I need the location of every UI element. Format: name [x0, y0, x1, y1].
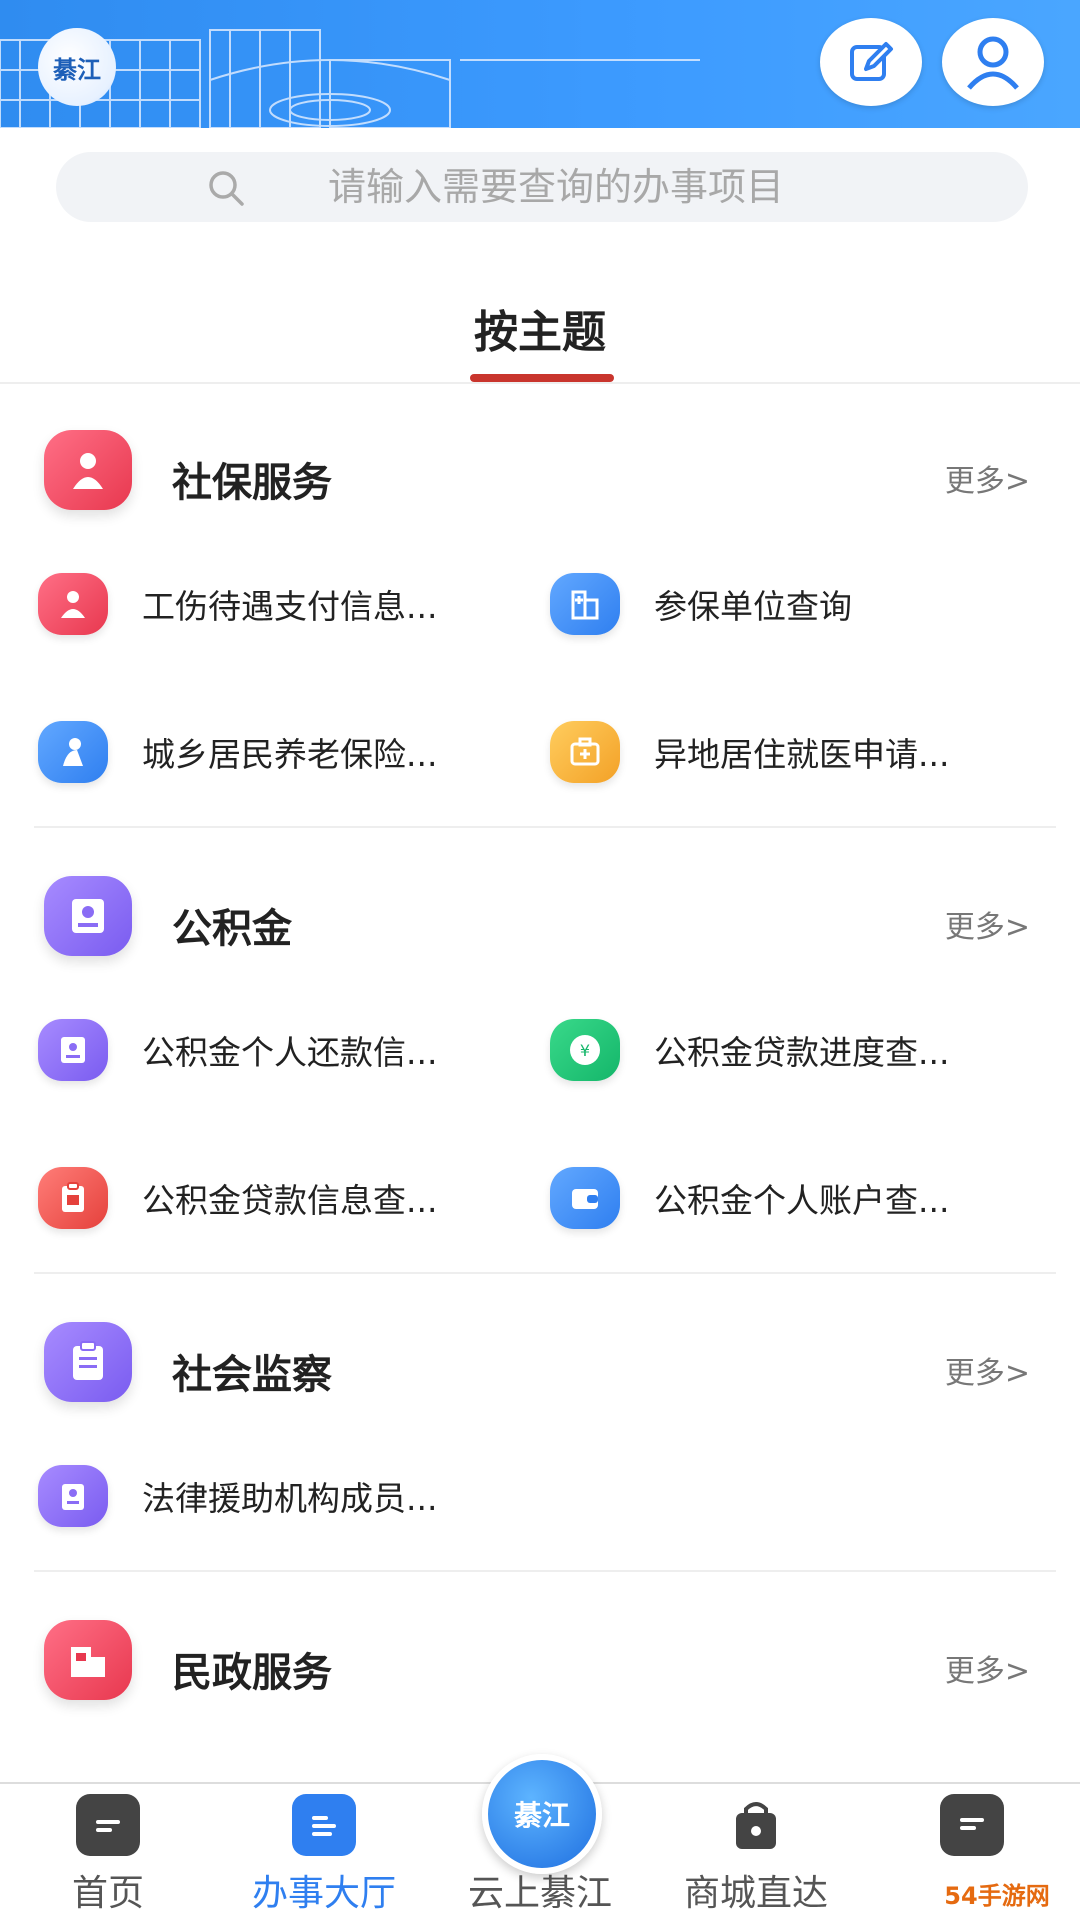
section-title: 社保服务 — [172, 460, 332, 506]
clipboard-person-icon — [38, 1465, 108, 1527]
hospital-building-icon — [550, 573, 620, 635]
more-link[interactable]: 更多> — [945, 456, 1030, 500]
home-chat-icon — [76, 1794, 140, 1856]
nav-label: 办事大厅 — [251, 1873, 396, 1914]
message-icon — [940, 1794, 1004, 1856]
service-item[interactable]: 公积金个人账户查... — [550, 1158, 949, 1238]
qijiang-logo: 綦江 — [38, 28, 116, 106]
search-icon — [209, 171, 244, 206]
edit-icon — [850, 42, 893, 81]
injury-person-icon — [38, 573, 108, 635]
center-logo-text: 綦江 — [513, 1799, 570, 1832]
nav-label: 首页 — [71, 1873, 144, 1914]
service-item[interactable]: ¥ 公积金贷款进度查... — [550, 1010, 949, 1090]
service-item-label: 公积金个人账户查... — [654, 1181, 950, 1220]
service-item[interactable]: 城乡居民养老保险... — [38, 712, 437, 792]
service-item-label: 公积金贷款进度查... — [654, 1033, 950, 1072]
service-item-label: 参保单位查询 — [654, 587, 852, 626]
nav-service-hall[interactable]: 办事大厅 — [216, 1784, 432, 1920]
edit-button[interactable] — [820, 18, 922, 106]
social-security-section-icon — [44, 430, 132, 510]
tab-by-theme[interactable]: 按主题 — [0, 296, 1080, 360]
divider — [34, 1272, 1056, 1274]
svg-text:¥: ¥ — [580, 1041, 590, 1060]
wallet-icon — [550, 1167, 620, 1229]
top-banner: 綦江 — [0, 0, 1080, 128]
service-item[interactable]: 工伤待遇支付信息... — [38, 564, 437, 644]
bottom-navigation: 首页 办事大厅 云上綦江 綦江 商城直达 — [0, 1754, 1080, 1920]
user-icon — [967, 36, 1019, 90]
service-hall-icon — [292, 1794, 356, 1856]
social-supervision-section-icon — [44, 1322, 132, 1402]
more-link[interactable]: 更多> — [945, 1348, 1030, 1392]
service-item-label: 工伤待遇支付信息... — [142, 587, 438, 626]
loan-clipboard-icon — [38, 1167, 108, 1229]
service-item-label: 公积金贷款信息查... — [142, 1181, 438, 1220]
housing-fund-section-icon — [44, 876, 132, 956]
medical-kit-icon — [550, 721, 620, 783]
divider — [34, 826, 1056, 828]
service-item-label: 法律援助机构成员... — [142, 1479, 438, 1518]
nav-mall[interactable]: 商城直达 — [648, 1784, 864, 1920]
service-item[interactable]: 法律援助机构成员... — [38, 1456, 437, 1536]
shopping-bag-icon — [724, 1794, 788, 1856]
cloud-qijiang-logo-icon[interactable]: 綦江 — [482, 1754, 602, 1874]
civil-affairs-section-icon — [44, 1620, 132, 1700]
section-title: 社会监察 — [172, 1352, 332, 1398]
nav-label: 商城直达 — [683, 1873, 828, 1914]
service-item[interactable]: 公积金个人还款信... — [38, 1010, 437, 1090]
divider — [34, 1570, 1056, 1572]
id-card-icon — [38, 1019, 108, 1081]
more-link[interactable]: 更多> — [945, 1646, 1030, 1690]
service-item-label: 城乡居民养老保险... — [142, 735, 438, 774]
search-bar[interactable] — [56, 152, 1028, 222]
service-item[interactable]: 异地居住就医申请... — [550, 712, 949, 792]
logo-text: 綦江 — [53, 55, 101, 84]
elder-person-icon — [38, 721, 108, 783]
divider — [0, 382, 1080, 384]
service-item-label: 异地居住就医申请... — [654, 735, 950, 774]
user-profile-button[interactable] — [942, 18, 1044, 106]
service-item-label: 公积金个人还款信... — [142, 1033, 438, 1072]
loan-icon: ¥ — [550, 1019, 620, 1081]
section-title: 公积金 — [172, 906, 292, 952]
more-link[interactable]: 更多> — [945, 902, 1030, 946]
service-item[interactable]: 参保单位查询 — [550, 564, 852, 644]
watermark-logo: 54手游网 — [922, 1872, 1072, 1914]
search-input[interactable] — [328, 165, 1028, 209]
active-tab-indicator — [470, 374, 614, 382]
section-title: 民政服务 — [172, 1650, 332, 1696]
service-item[interactable]: 公积金贷款信息查... — [38, 1158, 437, 1238]
nav-home[interactable]: 首页 — [0, 1784, 216, 1920]
